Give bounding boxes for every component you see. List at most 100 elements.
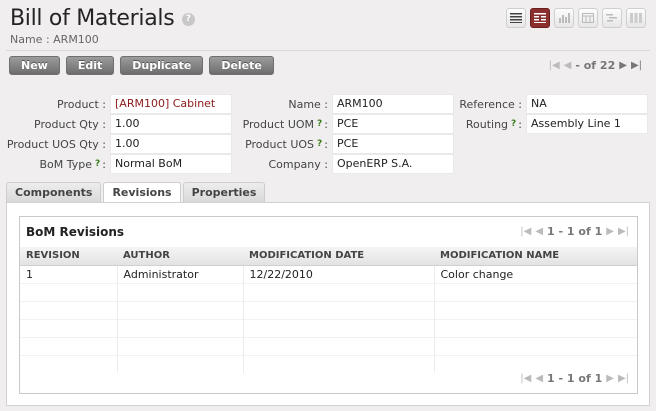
empty-cell [117, 318, 244, 337]
next-record-icon[interactable]: ▶ [619, 60, 627, 71]
product-qty-field[interactable]: 1.00 [110, 114, 232, 134]
bom-type-colon: : [102, 157, 106, 171]
product-label-row: Product : [0, 94, 106, 114]
empty-cell [434, 318, 637, 337]
empty-cell [20, 318, 118, 337]
empty-cell [20, 354, 118, 373]
reference-field[interactable]: NA [526, 94, 648, 114]
empty-cell [243, 354, 435, 373]
routing-help-icon[interactable]: ? [511, 119, 516, 129]
routing-colon: : [518, 117, 522, 131]
tab-revisions[interactable]: Revisions [103, 182, 181, 203]
product-uos-help-icon[interactable]: ? [317, 139, 322, 149]
page-title: Bill of Materials [10, 6, 175, 31]
record-count: - of 22 [575, 59, 616, 72]
next-page-icon[interactable]: ▶ [606, 373, 614, 384]
view-switcher [506, 8, 646, 28]
cell-modification-date: 12/22/2010 [243, 265, 435, 283]
empty-cell [117, 282, 244, 301]
cell-revision: 1 [20, 265, 118, 283]
last-record-icon[interactable]: ▶| [631, 60, 642, 71]
name-label-row: Name : [232, 94, 328, 114]
product-uom-field[interactable]: PCE [332, 114, 454, 134]
first-record-icon[interactable]: |◀ [549, 60, 560, 71]
empty-cell [243, 300, 435, 319]
empty-cell [243, 336, 435, 355]
prev-record-icon[interactable]: ◀ [564, 60, 572, 71]
last-page-icon[interactable]: ▶| [618, 226, 629, 237]
revisions-table: REVISION AUTHOR MODIFICATION DATE MODIFI… [20, 247, 637, 373]
product-uos-label: Product UOS [245, 137, 315, 151]
bom-type-label-row: BoM Type ? : [0, 154, 106, 174]
empty-cell [434, 354, 637, 373]
edit-button[interactable]: Edit [65, 56, 115, 75]
tab-properties[interactable]: Properties [182, 182, 266, 202]
prev-page-icon[interactable]: ◀ [535, 226, 543, 237]
product-uos-qty-label: Product UOS Qty : [6, 137, 106, 151]
routing-field[interactable]: Assembly Line 1 [526, 114, 648, 134]
kanban-view-icon [630, 13, 642, 23]
empty-cell [117, 354, 244, 373]
delete-button[interactable]: Delete [209, 56, 274, 75]
page-header: Bill of Materials ? Name : ARM100 [10, 6, 195, 46]
grid-pager-top: |◀ ◀ 1 - 1 of 1 ▶ ▶| [520, 225, 629, 238]
column-header-author[interactable]: AUTHOR [117, 247, 243, 266]
grid-page-count: 1 - 1 of 1 [547, 225, 603, 238]
empty-cell [20, 336, 118, 355]
product-field[interactable]: [ARM100] Cabinet [110, 94, 232, 114]
product-label: Product : [57, 97, 106, 111]
action-toolbar: New Edit Duplicate Delete [9, 56, 274, 75]
name-field[interactable]: ARM100 [332, 94, 454, 114]
bom-type-help-icon[interactable]: ? [95, 159, 100, 169]
column-header-modification-name[interactable]: MODIFICATION NAME [434, 247, 637, 266]
product-qty-label: Product Qty : [34, 117, 106, 131]
company-field[interactable]: OpenERP S.A. [332, 154, 454, 174]
graph-view-button[interactable] [554, 8, 574, 28]
bom-type-field[interactable]: Normal BoM [110, 154, 232, 174]
gantt-view-button[interactable] [602, 8, 622, 28]
list-view-button[interactable] [506, 8, 526, 28]
empty-cell [434, 282, 637, 301]
empty-cell [20, 282, 118, 301]
empty-cell [434, 336, 637, 355]
form-view-button[interactable] [530, 8, 550, 28]
company-label: Company : [268, 157, 328, 171]
product-uos-field[interactable]: PCE [332, 134, 454, 154]
form-view-icon [534, 13, 546, 23]
grid-title: BoM Revisions [26, 225, 125, 239]
last-page-icon[interactable]: ▶| [618, 373, 629, 384]
help-icon[interactable]: ? [181, 13, 195, 26]
product-uom-label-row: Product UOM ? : [232, 114, 328, 134]
new-button[interactable]: New [9, 56, 60, 75]
product-uos-colon: : [324, 137, 328, 151]
cell-modification-name: Color change [440, 267, 514, 281]
table-header-row: REVISION AUTHOR MODIFICATION DATE MODIFI… [20, 247, 637, 266]
calendar-view-button[interactable] [578, 8, 598, 28]
reference-label-row: Reference : [454, 94, 522, 114]
grid-page-count: 1 - 1 of 1 [547, 372, 603, 385]
grid-pager-bottom: |◀ ◀ 1 - 1 of 1 ▶ ▶| [520, 372, 629, 385]
product-uom-help-icon[interactable]: ? [317, 119, 322, 129]
product-uos-qty-field[interactable]: 1.00 [110, 134, 232, 154]
empty-row [20, 300, 637, 319]
duplicate-button[interactable]: Duplicate [120, 56, 204, 75]
table-row[interactable]: 1 Administrator 12/22/2010 Color change [20, 265, 637, 283]
first-page-icon[interactable]: |◀ [520, 373, 531, 384]
record-subtitle: Name : ARM100 [10, 33, 99, 46]
empty-row [20, 336, 637, 355]
product-uos-qty-label-row: Product UOS Qty : [0, 134, 106, 154]
kanban-view-button[interactable] [626, 8, 646, 28]
calendar-view-icon [582, 13, 594, 23]
graph-view-icon [559, 13, 570, 23]
record-pager: |◀ ◀ - of 22 ▶ ▶| [549, 59, 642, 72]
revisions-panel: BoM Revisions |◀ ◀ 1 - 1 of 1 ▶ ▶| REVIS… [6, 202, 650, 406]
revisions-grid: BoM Revisions |◀ ◀ 1 - 1 of 1 ▶ ▶| REVIS… [19, 216, 638, 394]
next-page-icon[interactable]: ▶ [606, 226, 614, 237]
prev-page-icon[interactable]: ◀ [535, 373, 543, 384]
first-page-icon[interactable]: |◀ [520, 226, 531, 237]
tab-components[interactable]: Components [6, 182, 102, 202]
cell-author: Administrator [117, 265, 244, 283]
column-header-revision[interactable]: REVISION [20, 247, 117, 266]
column-header-modification-date[interactable]: MODIFICATION DATE [243, 247, 434, 266]
empty-row [20, 318, 637, 337]
